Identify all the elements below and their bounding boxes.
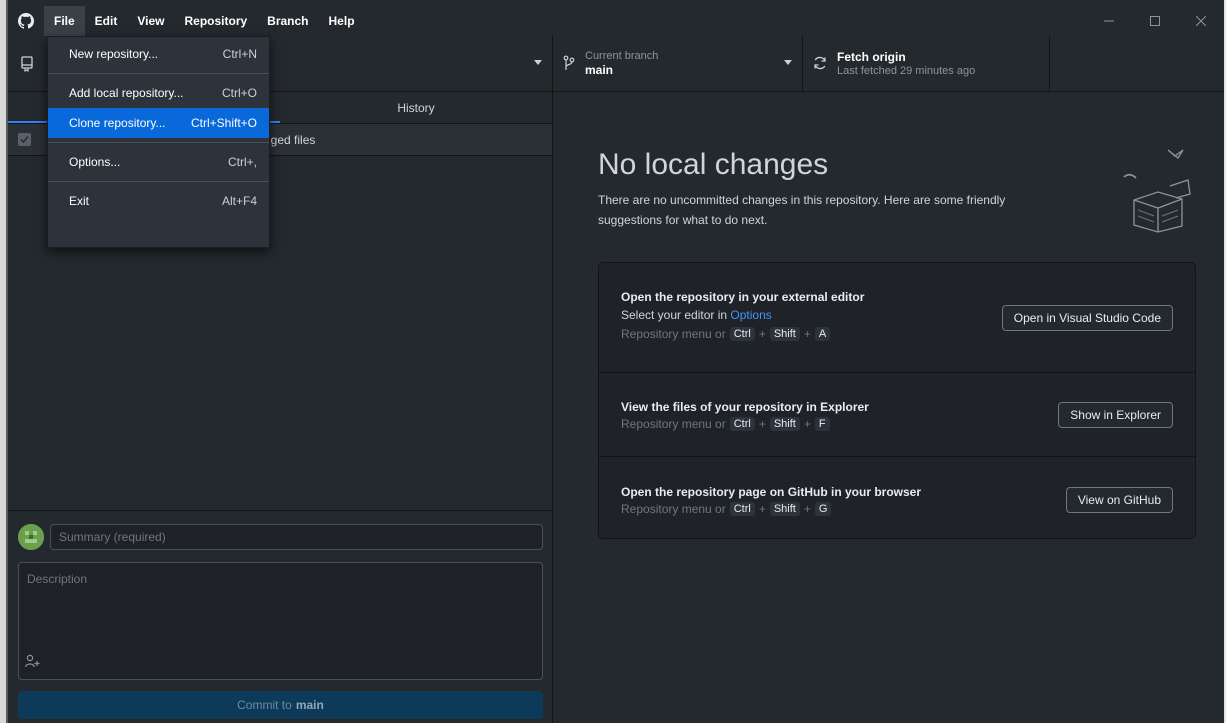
tab-history[interactable]: History [280, 92, 552, 123]
menu-item-label: Clone repository... [69, 116, 166, 130]
menu-item-shortcut: Ctrl+, [227, 155, 257, 169]
open-in-vscode-button[interactable]: Open in Visual Studio Code [1001, 305, 1173, 331]
menu-separator [48, 73, 269, 74]
commit-description-input[interactable]: Description [18, 562, 543, 680]
suggestion-view-github: Open the repository page on GitHub in yo… [599, 457, 1195, 540]
file-menu-dropdown: New repository... Ctrl+N Add local repos… [47, 36, 270, 248]
empty-state-illustration-icon [1112, 142, 1202, 237]
git-branch-icon [563, 55, 575, 74]
menu-item-shortcut: Ctrl+O [221, 86, 257, 100]
menu-bar: File Edit View Repository Branch Help [44, 6, 365, 36]
sync-icon [813, 56, 827, 73]
menu-item-shortcut: Alt+F4 [221, 194, 257, 208]
view-on-github-button[interactable]: View on GitHub [1065, 487, 1173, 513]
kbd-key: Shift [769, 327, 800, 341]
fetch-origin-label: Fetch origin [837, 50, 906, 64]
menu-help[interactable]: Help [319, 6, 365, 36]
menu-item-label: New repository... [69, 47, 159, 61]
last-fetched-text: Last fetched 29 minutes ago [837, 65, 976, 77]
menu-item-new-repository[interactable]: New repository... Ctrl+N [48, 39, 269, 69]
current-branch-name: main [585, 63, 614, 77]
chevron-down-icon [534, 60, 542, 65]
current-branch-dropdown[interactable]: Current branch main [553, 36, 803, 92]
maximize-icon [1150, 16, 1160, 26]
commit-summary-input[interactable]: Summary (required) [50, 524, 543, 550]
menu-branch[interactable]: Branch [257, 6, 318, 36]
title-bar: File Edit View Repository Branch Help [8, 6, 1224, 36]
maximize-button[interactable] [1132, 6, 1178, 36]
close-icon [1196, 16, 1206, 26]
menu-view[interactable]: View [127, 6, 174, 36]
chevron-down-icon [784, 60, 792, 65]
kbd-key: Ctrl [729, 417, 755, 431]
menu-item-options[interactable]: Options... Ctrl+, [48, 147, 269, 177]
page-title: No local changes [598, 148, 829, 181]
close-button[interactable] [1178, 6, 1224, 36]
kbd-key: Shift [769, 417, 800, 431]
main-panel: No local changes There are no uncommitte… [554, 92, 1224, 723]
kbd-key: Ctrl [729, 502, 755, 516]
kbd-key: A [814, 327, 831, 341]
menu-file[interactable]: File [44, 6, 85, 36]
changed-files-label: nged files [264, 132, 316, 147]
menu-item-clone-repository[interactable]: Clone repository... Ctrl+Shift+O [48, 108, 269, 138]
menu-item-add-local-repository[interactable]: Add local repository... Ctrl+O [48, 78, 269, 108]
kbd-key: Shift [769, 502, 800, 516]
menu-item-label: Exit [69, 194, 90, 208]
show-in-explorer-button[interactable]: Show in Explorer [1058, 402, 1173, 428]
commit-button[interactable]: Commit to main [18, 691, 543, 719]
minimize-button[interactable] [1086, 6, 1132, 36]
menu-separator [48, 142, 269, 143]
github-logo-icon [8, 6, 44, 36]
menu-item-shortcut: Ctrl+N [222, 47, 257, 61]
select-all-checkbox[interactable] [18, 133, 31, 146]
options-link[interactable]: Options [730, 308, 771, 322]
menu-item-exit[interactable]: Exit Alt+F4 [48, 186, 269, 216]
description-placeholder: Description [27, 572, 88, 586]
person-add-icon[interactable] [25, 654, 41, 671]
no-changes-description: There are no uncommitted changes in this… [598, 193, 1006, 227]
menu-repository[interactable]: Repository [174, 6, 257, 36]
menu-item-label: Add local repository... [69, 86, 184, 100]
menu-item-shortcut: Ctrl+Shift+O [190, 116, 257, 130]
kbd-key: F [814, 417, 830, 431]
menu-edit[interactable]: Edit [85, 6, 128, 36]
repo-icon [8, 56, 46, 72]
current-branch-label: Current branch [585, 50, 659, 62]
window-controls [1086, 6, 1224, 36]
hint-text: Repository menu or [621, 417, 726, 431]
commit-branch-name: main [295, 698, 324, 712]
kbd-key: Ctrl [729, 327, 755, 341]
suggestion-title: Open the repository in your external edi… [621, 290, 865, 304]
hint-text: Repository menu or [621, 327, 726, 341]
avatar [18, 524, 44, 550]
suggestion-show-explorer: View the files of your repository in Exp… [599, 373, 1195, 457]
minimize-icon [1104, 20, 1114, 22]
menu-separator [48, 181, 269, 182]
hint-text: Repository menu or [621, 502, 726, 516]
menu-item-label: Options... [69, 155, 121, 169]
commit-message-area: Summary (required) Description Commit to… [8, 510, 553, 723]
fetch-origin-button[interactable]: Fetch origin Last fetched 29 minutes ago [803, 36, 1050, 92]
select-editor-text: Select your editor in [621, 308, 728, 322]
suggestion-open-editor: Open the repository in your external edi… [599, 263, 1195, 373]
kbd-key: G [814, 502, 832, 516]
window-frame-left [0, 0, 8, 723]
check-icon [20, 136, 29, 144]
commit-button-label: Commit to [237, 698, 292, 712]
suggestions-panel: Open the repository in your external edi… [598, 262, 1196, 539]
